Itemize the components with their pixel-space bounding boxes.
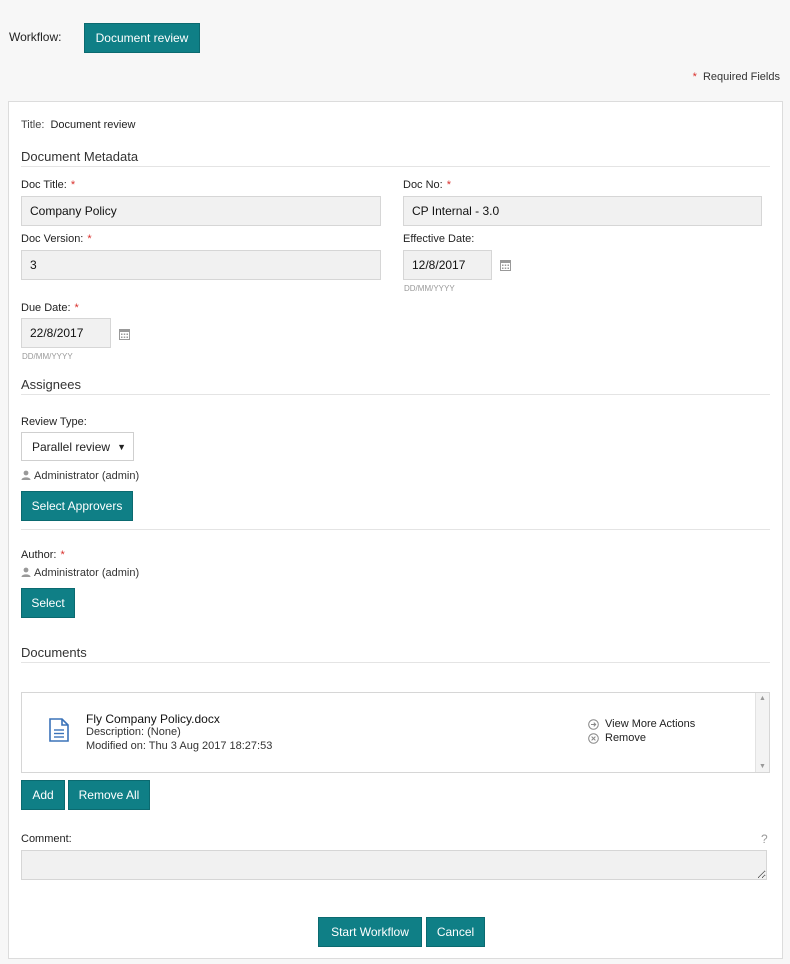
title-row: Title: Document review [21,119,135,131]
scroll-up-icon[interactable]: ▲ [759,695,766,702]
document-icon [49,718,69,742]
comment-label: Comment: [21,833,72,845]
doc-title-input[interactable]: Company Policy [21,196,381,226]
doc-title-label: Doc Title: * [21,179,76,191]
remove-all-documents-button[interactable]: Remove All [68,780,150,810]
author-name: Administrator (admin) [34,567,140,579]
required-star: * [692,71,697,83]
user-icon [21,470,31,480]
review-type-select[interactable]: Parallel review ▼ [21,432,134,461]
approver-entry: Administrator (admin) [21,470,139,482]
comment-textarea[interactable] [21,850,767,880]
document-metadata-heading: Document Metadata [21,149,139,164]
effective-date-label: Effective Date: [403,233,475,245]
documents-scrollbar[interactable]: ▲ ▼ [755,693,769,772]
doc-no-input[interactable]: CP Internal - 3.0 [403,196,762,226]
help-icon[interactable]: ? [761,832,768,846]
document-item: Fly Company Policy.docx Description: (No… [22,693,755,772]
add-document-button[interactable]: Add [21,780,65,810]
cancel-button[interactable]: Cancel [426,917,485,947]
documents-heading: Documents [21,645,87,660]
assignees-heading: Assignees [21,377,81,392]
document-name[interactable]: Fly Company Policy.docx [86,712,220,726]
due-date-format-hint: DD/MM/YYYY [22,352,73,361]
select-approvers-button[interactable]: Select Approvers [21,491,133,521]
effective-date-format-hint: DD/MM/YYYY [404,284,455,293]
chevron-down-icon: ▼ [117,441,126,452]
review-type-label: Review Type: [21,416,87,428]
doc-version-input[interactable]: 3 [21,250,381,280]
assignees-divider [21,394,770,395]
effective-date-input[interactable]: 12/8/2017 [403,250,492,280]
author-label: Author: * [21,549,65,561]
required-fields-text: Required Fields [702,71,780,83]
start-workflow-button[interactable]: Start Workflow [318,917,422,947]
user-icon [21,567,31,577]
document-description: Description: (None) [86,726,181,738]
remove-document-link[interactable]: Remove [588,732,646,744]
required-fields-note: * Required Fields [693,71,780,83]
doc-no-label: Doc No: * [403,179,452,191]
view-more-actions-link[interactable]: View More Actions [588,718,695,730]
due-date-input[interactable]: 22/8/2017 [21,318,111,348]
title-value: Document review [50,119,136,131]
doc-version-label: Doc Version: * [21,233,92,245]
author-entry: Administrator (admin) [21,567,139,579]
approvers-divider [21,529,770,530]
due-date-label: Due Date: * [21,302,79,314]
metadata-divider [21,166,770,167]
workflow-label: Workflow: [9,30,62,44]
approver-name: Administrator (admin) [34,470,140,482]
calendar-icon[interactable] [500,260,511,271]
document-modified: Modified on: Thu 3 Aug 2017 18:27:53 [86,740,273,752]
review-type-value: Parallel review [32,439,111,454]
documents-list: Fly Company Policy.docx Description: (No… [21,692,770,773]
workflow-form-panel [8,101,783,959]
close-circle-icon [588,732,599,744]
select-author-button[interactable]: Select [21,588,75,618]
arrow-right-circle-icon [588,718,599,730]
workflow-type-button[interactable]: Document review [84,23,200,53]
scroll-down-icon[interactable]: ▼ [759,763,766,770]
calendar-icon[interactable] [119,329,130,340]
documents-divider [21,662,770,663]
title-label: Title: [21,119,45,131]
